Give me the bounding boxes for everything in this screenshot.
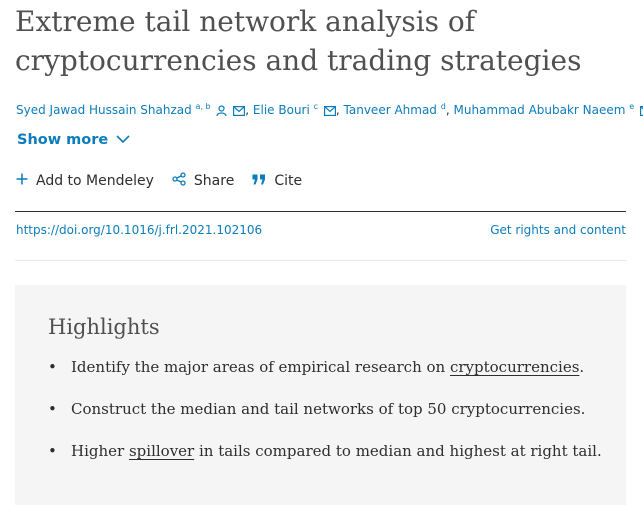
author-link[interactable]: Muhammad Abubakr Naeem (453, 103, 625, 117)
author-list: Syed Jawad Hussain Shahzad a, b , Elie B… (16, 99, 643, 120)
article-actions: Add to Mendeley Share Cite (16, 172, 302, 190)
highlight-item: Construct the median and tail networks o… (48, 397, 608, 421)
article-title: Extreme tail network analysis of cryptoc… (15, 5, 582, 77)
highlight-text: Higher (71, 442, 129, 460)
share-label: Share (193, 173, 235, 189)
highlights-title: Highlights (48, 315, 160, 339)
share-button[interactable]: Share (172, 172, 234, 190)
highlight-text: . (579, 358, 585, 376)
plus-icon (16, 173, 28, 189)
author-link[interactable]: Tanveer Ahmad (344, 103, 437, 117)
author-affiliation[interactable]: c (314, 102, 318, 111)
cite-label: Cite (274, 173, 303, 189)
highlight-text: in tails compared to median and highest … (194, 442, 602, 460)
divider (15, 211, 626, 212)
share-icon (172, 172, 186, 190)
author-link[interactable]: Elie Bouri (253, 103, 310, 117)
show-more-label: Show more (17, 132, 109, 148)
author-affiliation[interactable]: e (629, 102, 634, 111)
doi-link[interactable]: https://doi.org/10.1016/j.frl.2021.10210… (16, 223, 262, 237)
person-icon[interactable] (216, 104, 228, 120)
quote-icon (252, 173, 266, 189)
author-affiliation[interactable]: a, b (196, 102, 211, 111)
topic-link[interactable]: cryptocurrencies (450, 358, 579, 376)
add-to-mendeley-button[interactable]: Add to Mendeley (16, 172, 154, 190)
highlight-item: Higher spillover in tails compared to me… (48, 439, 608, 463)
show-more-button[interactable]: Show more (17, 132, 130, 148)
chevron-down-icon (116, 132, 130, 148)
highlight-item: Identify the major areas of empirical re… (48, 355, 608, 379)
divider (15, 260, 626, 261)
highlights-list: Identify the major areas of empirical re… (48, 355, 608, 481)
highlight-text: Identify the major areas of empirical re… (71, 358, 450, 376)
highlight-text: Construct the median and tail networks o… (71, 400, 586, 418)
highlights-section: Highlights Identify the major areas of e… (15, 285, 626, 505)
mail-icon[interactable] (323, 104, 336, 120)
mail-icon[interactable] (233, 104, 246, 120)
author-link[interactable]: Syed Jawad Hussain Shahzad (16, 103, 192, 117)
rights-link[interactable]: Get rights and content (490, 223, 626, 237)
cite-button[interactable]: Cite (252, 172, 302, 190)
mendeley-label: Add to Mendeley (36, 173, 154, 189)
topic-link[interactable]: spillover (129, 442, 194, 460)
